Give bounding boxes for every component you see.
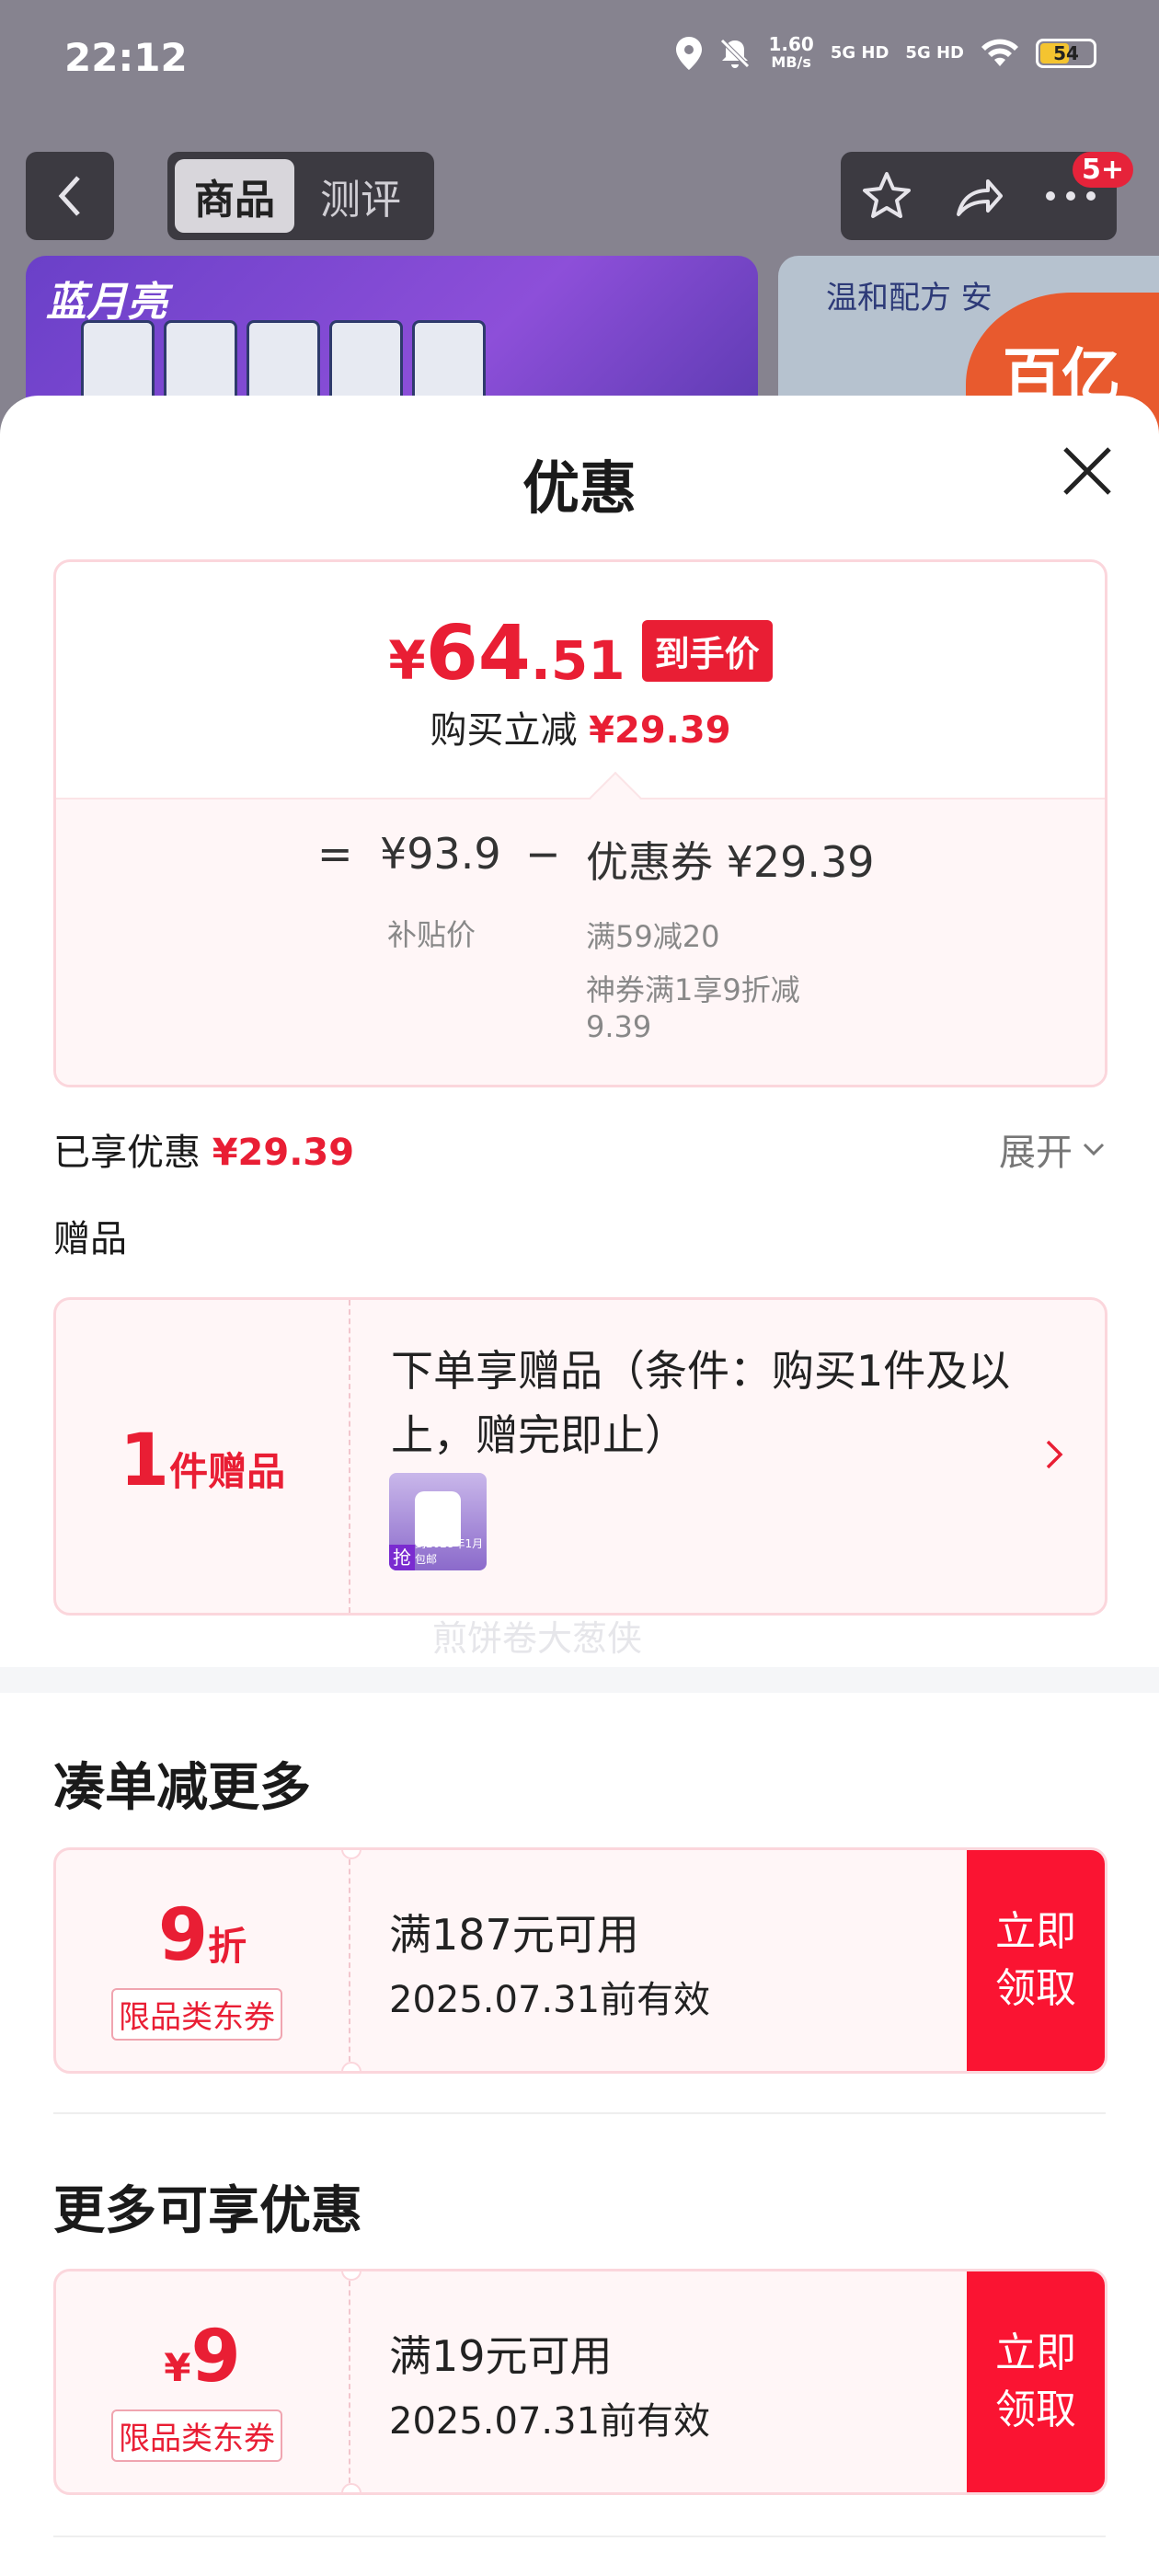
coupon-limit-tag: 限品类东券 xyxy=(111,1988,282,2041)
tab-product[interactable]: 商品 xyxy=(175,159,294,233)
location-icon xyxy=(676,37,703,70)
divider-line xyxy=(53,2112,1106,2114)
tab-switch: 商品 测评 xyxy=(167,152,434,240)
coupon-condition: 满187元可用 xyxy=(389,1910,639,1960)
coupon-amount: ¥9 xyxy=(164,2316,241,2398)
coupon-condition: 满19元可用 xyxy=(389,2331,613,2381)
net-speed: 1.60 MB/s xyxy=(768,33,814,71)
base-price: ¥93.9 xyxy=(380,829,501,879)
discount-sheet: 优惠 ¥ 64 .51 到手价 购买立减 ¥29.39 = ¥93.9 补贴价 … xyxy=(0,396,1159,2576)
more-icon[interactable] xyxy=(1043,187,1098,205)
close-icon[interactable] xyxy=(1058,442,1117,500)
wifi-icon xyxy=(981,39,1018,66)
banner-text: 温和配方 安 xyxy=(826,280,993,316)
background-page: 22:12 1.60 MB/s 5G HD 5G HD 54 商品 测评 5+ 蓝… xyxy=(0,0,1159,442)
coupon-amount: 9折 xyxy=(157,1894,247,1977)
divider-line xyxy=(53,2536,1106,2537)
claim-coupon-button[interactable]: 立即领取 xyxy=(967,1850,1105,2071)
status-time: 22:12 xyxy=(64,35,188,80)
coupon-value-area: 9折 限品类东券 xyxy=(56,1850,350,2071)
expand-button[interactable]: 展开 xyxy=(999,1122,1106,1176)
coupon-detail-1: 满59减20 xyxy=(586,919,720,954)
signal-1: 5G HD xyxy=(830,43,889,63)
coupon-detail-2: 神券满1享9折减 xyxy=(586,972,800,1007)
top-nav: 商品 测评 5+ xyxy=(26,152,1133,240)
coupon-limit-tag: 限品类东券 xyxy=(111,2409,282,2462)
message-count-badge: 5+ xyxy=(1072,152,1133,188)
base-price-label: 补贴价 xyxy=(387,917,476,952)
brand-logo: 蓝月亮 xyxy=(46,279,167,326)
gift-description: 下单享赠品（条件：购买1件及以上，赠完即止） xyxy=(391,1346,1011,1460)
more-discount-title: 凑单减更多 xyxy=(53,1758,311,1818)
status-icons: 1.60 MB/s 5G HD 5G HD 54 xyxy=(676,35,1096,72)
chevron-right-icon xyxy=(1046,1440,1063,1469)
coupon-expiry: 2025.07.31前有效 xyxy=(389,1979,711,2021)
final-price-tag: 到手价 xyxy=(641,620,773,682)
coupon-value-area: ¥9 限品类东券 xyxy=(56,2271,350,2492)
coupon-card-1: 9折 限品类东券 满187元可用 2025.07.31前有效 立即领取 xyxy=(53,1847,1107,2074)
share-icon[interactable] xyxy=(951,168,1006,224)
claim-coupon-button[interactable]: 立即领取 xyxy=(967,2271,1105,2492)
status-bar: 22:12 1.60 MB/s 5G HD 5G HD 54 xyxy=(0,0,1159,120)
reduce-line: 购买立减 ¥29.39 xyxy=(430,709,731,752)
gift-count: 1 件赠品 xyxy=(56,1300,350,1613)
gift-card[interactable]: 1 件赠品 下单享赠品（条件：购买1件及以上，赠完即止） 抢 到2028年1月包邮 xyxy=(53,1297,1107,1616)
formula-area xyxy=(56,798,1105,1085)
sheet-title: 优惠 xyxy=(522,454,637,522)
grab-tag: 抢 xyxy=(389,1545,415,1570)
battery-icon: 54 xyxy=(1036,39,1096,68)
coupon-notch xyxy=(341,2483,361,2492)
gift-thumbnail[interactable]: 抢 到2028年1月包邮 xyxy=(389,1473,487,1570)
watermark: 煎饼卷大葱侠 xyxy=(432,1618,643,1659)
gift-thumb-text: 到2028年1月包邮 xyxy=(415,1537,484,1566)
coupon-card-2: ¥9 限品类东券 满19元可用 2025.07.31前有效 立即领取 xyxy=(53,2269,1107,2495)
signal-2: 5G HD xyxy=(905,43,964,63)
coupon-total: 优惠券 ¥29.39 xyxy=(586,837,875,887)
tab-review[interactable]: 测评 xyxy=(294,167,427,225)
section-divider xyxy=(0,1667,1159,1693)
coupon-expiry: 2025.07.31前有效 xyxy=(389,2400,711,2443)
chevron-down-icon xyxy=(1083,1143,1105,1156)
coupon-notch xyxy=(341,2062,361,2071)
minus-sign: − xyxy=(525,829,561,879)
coupon-detail-3: 9.39 xyxy=(586,1009,652,1044)
chevron-left-icon xyxy=(58,176,80,216)
price-breakdown-card: ¥ 64 .51 到手价 购买立减 ¥29.39 = ¥93.9 补贴价 − 优… xyxy=(53,559,1107,1087)
star-icon[interactable] xyxy=(859,168,914,224)
equals-sign: = xyxy=(317,829,353,879)
enjoyed-discount: 已享优惠 ¥29.39 xyxy=(53,1132,355,1174)
gift-section-title: 赠品 xyxy=(53,1218,127,1260)
back-button[interactable] xyxy=(26,152,114,240)
final-price: ¥ 64 .51 到手价 xyxy=(56,610,1105,697)
mute-bell-icon xyxy=(720,39,751,68)
extra-discount-title: 更多可享优惠 xyxy=(53,2181,362,2241)
